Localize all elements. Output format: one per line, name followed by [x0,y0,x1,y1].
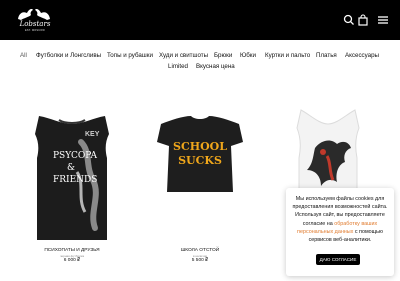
print-line-3: FRIENDS [53,175,97,185]
product-price: 5 500 ₽ [191,258,209,263]
cookie-text: Мы используем файлы cookies для предоста… [292,195,388,244]
search-icon[interactable] [343,14,355,26]
brand-logo[interactable]: Lobstars EST. MOSCOW [12,4,56,36]
print-line-2: SUCKS [178,154,222,167]
nav-item-limited[interactable]: Limited [168,61,188,73]
product-image[interactable]: SCHOOL SUCKS [147,102,253,244]
top-header: Lobstars EST. MOSCOW [0,0,400,40]
accept-cookies-button[interactable]: ДАЮ СОГЛАСИЕ [316,254,360,265]
print-line-1: PSYCOPA [53,151,97,161]
logo-wordmark: Lobstars [19,20,51,28]
product-image[interactable]: KEY PSYCOPA & FRIENDS [19,102,125,244]
logo-subtitle: EST. MOSCOW [25,29,45,32]
shopping-bag-icon[interactable] [357,14,369,26]
print-line-2: & [67,163,75,173]
nav-item-sale[interactable]: Вкусная цена [196,61,235,73]
product-price: 6 000 ₽ [63,258,81,263]
cookie-banner: Мы используем файлы cookies для предоста… [286,188,394,276]
category-nav-row2: Limited Вкусная цена [0,61,400,73]
print-line-1: SCHOOL [173,140,227,153]
menu-icon[interactable] [377,14,389,26]
print-graffiti: KEY [85,131,100,138]
